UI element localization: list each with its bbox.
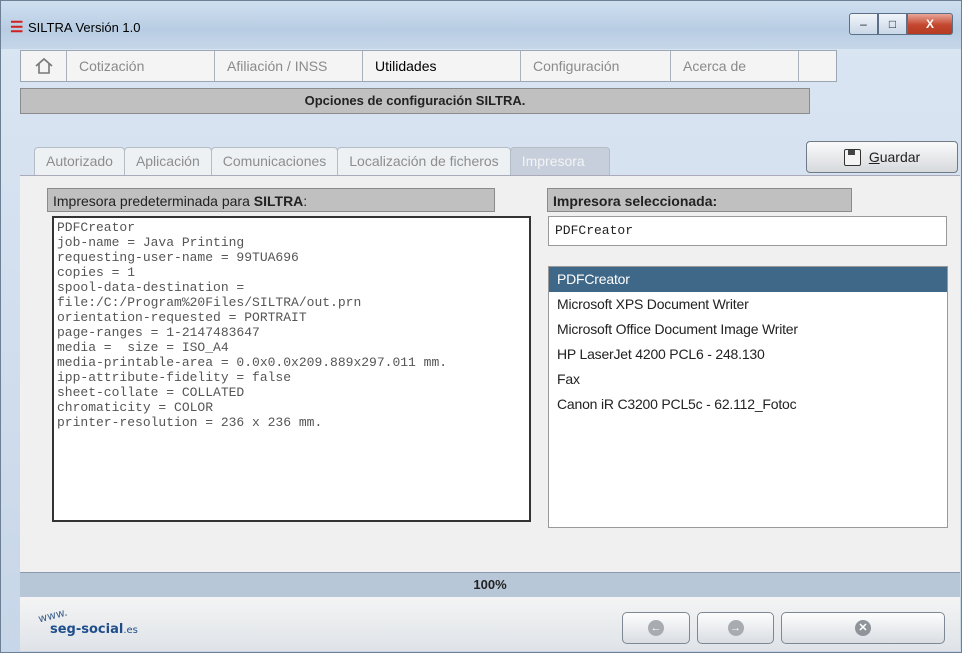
tab-impresora[interactable]: Impresora bbox=[509, 147, 610, 175]
window-title: SILTRA Versión 1.0 bbox=[28, 20, 141, 35]
menu-utilidades[interactable]: Utilidades bbox=[363, 51, 521, 81]
config-tabs: Autorizado Aplicación Comunicaciones Loc… bbox=[34, 147, 610, 175]
maximize-icon: □ bbox=[888, 17, 897, 31]
printer-list-item[interactable]: Microsoft XPS Document Writer bbox=[549, 292, 947, 317]
printer-list-item[interactable]: Microsoft Office Document Image Writer bbox=[549, 317, 947, 342]
close-button[interactable]: X bbox=[907, 13, 953, 35]
property-line: PDFCreator bbox=[57, 220, 136, 235]
printer-list-item[interactable]: Fax bbox=[549, 367, 947, 392]
minimize-icon: – bbox=[860, 17, 867, 31]
default-printer-label-text: Impresora predeterminada para bbox=[53, 193, 254, 209]
save-button[interactable]: Guardar bbox=[806, 141, 958, 173]
home-icon bbox=[34, 57, 53, 74]
property-line: orientation-requested = PORTRAIT bbox=[57, 310, 307, 325]
default-printer-label-app: SILTRA bbox=[253, 193, 304, 209]
cancel-icon: ✕ bbox=[855, 620, 871, 636]
default-printer-label: Impresora predeterminada para SILTRA: bbox=[47, 188, 495, 212]
logo-tld: .es bbox=[123, 625, 138, 636]
exit-button[interactable]: ✕ bbox=[781, 612, 945, 644]
tab-autorizado[interactable]: Autorizado bbox=[34, 147, 125, 175]
maximize-button[interactable]: □ bbox=[878, 13, 907, 35]
printer-list: PDFCreator Microsoft XPS Document Writer M… bbox=[548, 266, 948, 528]
title-bar: ☰ SILTRA Versión 1.0 – □ X bbox=[1, 1, 961, 49]
tab-localizacion-ficheros[interactable]: Localización de ficheros bbox=[337, 147, 511, 175]
logo-brand: seg-social.es bbox=[50, 622, 138, 637]
property-line: page-ranges = 1-2147483647 bbox=[57, 325, 260, 340]
selected-printer-label: Impresora seleccionada: bbox=[547, 188, 852, 212]
property-line: spool-data-destination = bbox=[57, 280, 245, 295]
printer-list-item[interactable]: HP LaserJet 4200 PCL6 - 248.130 bbox=[549, 342, 947, 367]
save-disk-icon bbox=[843, 148, 861, 166]
tab-aplicacion[interactable]: Aplicación bbox=[123, 147, 212, 175]
property-line: requesting-user-name = 99TUA696 bbox=[57, 250, 299, 265]
property-line: chromaticity = COLOR bbox=[57, 400, 214, 415]
menu-configuracion[interactable]: Configuración bbox=[521, 51, 671, 81]
arrow-right-icon: → bbox=[727, 620, 744, 636]
window-controls: – □ X bbox=[849, 13, 953, 35]
property-line: printer-resolution = 236 x 236 mm. bbox=[57, 415, 323, 430]
property-line: sheet-collate = COLLATED bbox=[57, 385, 245, 400]
menu-cotizacion[interactable]: Cotización bbox=[67, 51, 215, 81]
save-button-label: uardar bbox=[879, 149, 921, 165]
progress-bar: 100% bbox=[20, 572, 960, 598]
selected-printer-field[interactable]: PDFCreator bbox=[548, 216, 947, 246]
section-title: Opciones de configuración SILTRA. bbox=[20, 88, 810, 114]
default-printer-label-colon: : bbox=[303, 193, 308, 209]
printer-list-item[interactable]: Canon iR C3200 PCL5c - 62.112_Fotoc bbox=[549, 392, 947, 417]
property-line: media = size = ISO_A4 bbox=[57, 340, 229, 355]
seg-social-logo: www. seg-social.es bbox=[36, 606, 156, 643]
close-icon: X bbox=[925, 17, 934, 31]
minimize-button[interactable]: – bbox=[849, 13, 878, 35]
menu-afiliacion[interactable]: Afiliación / INSS bbox=[215, 51, 363, 81]
main-menu: Cotización Afiliación / INSS Utilidades … bbox=[20, 50, 837, 82]
default-printer-properties[interactable]: PDFCreator job-name = Java Printing reques… bbox=[52, 216, 531, 522]
previous-button[interactable]: ← bbox=[622, 612, 690, 644]
save-button-mnemonic: G bbox=[868, 149, 880, 165]
tab-comunicaciones[interactable]: Comunicaciones bbox=[210, 147, 339, 175]
property-line: copies = 1 bbox=[57, 265, 136, 280]
menu-home[interactable] bbox=[21, 51, 67, 81]
property-line: file:/C:/Program%20Files/SILTRA/out.prn bbox=[57, 295, 362, 310]
property-line: ipp-attribute-fidelity = false bbox=[57, 370, 292, 385]
menu-acerca-de[interactable]: Acerca de bbox=[671, 51, 799, 81]
next-button[interactable]: → bbox=[697, 612, 774, 644]
printer-list-item[interactable]: PDFCreator bbox=[549, 267, 947, 292]
property-line: job-name = Java Printing bbox=[57, 235, 245, 250]
logo-brand-name: seg-social bbox=[50, 622, 124, 637]
app-logo-icon: ☰ bbox=[10, 19, 24, 36]
property-line: media-printable-area = 0.0x0.0x209.889x2… bbox=[57, 355, 448, 370]
arrow-left-icon: ← bbox=[648, 620, 664, 636]
